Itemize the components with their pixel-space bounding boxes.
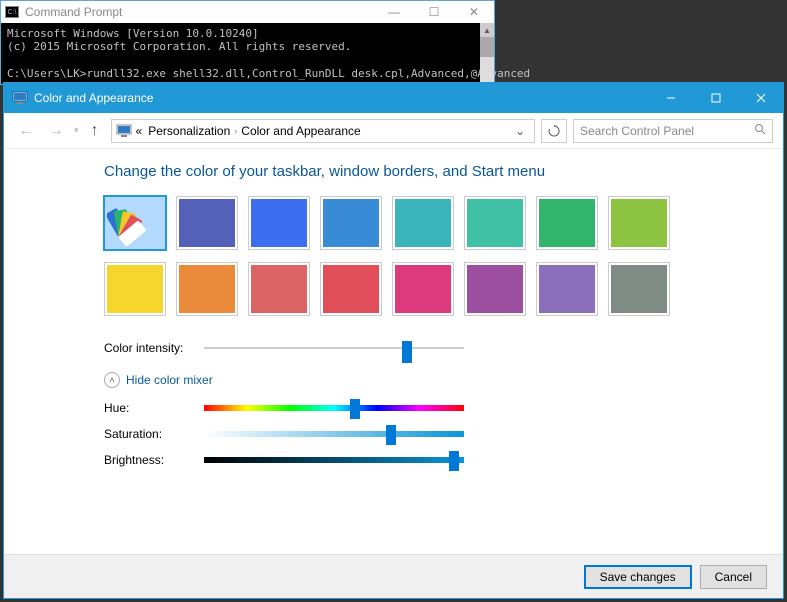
brightness-label: Brightness: [104,453,204,467]
cancel-button[interactable]: Cancel [700,565,767,589]
titlebar[interactable]: Color and Appearance [4,83,783,113]
color-swatch-grid [104,196,743,316]
intensity-thumb[interactable] [402,341,412,363]
color-swatch-6[interactable] [536,196,598,250]
intensity-label: Color intensity: [104,341,204,355]
hue-row: Hue: [104,400,743,416]
command-prompt-window: C:\ Command Prompt — ☐ ✕ Microsoft Windo… [0,0,495,85]
refresh-button[interactable] [541,119,567,143]
breadcrumb-parent[interactable]: Personalization [148,124,230,138]
color-swatch-4[interactable] [392,196,454,250]
color-swatch-14[interactable] [536,262,598,316]
color-swatch-13[interactable] [464,262,526,316]
breadcrumb[interactable]: « Personalization › Color and Appearance… [111,119,535,143]
color-swatch-7[interactable] [608,196,670,250]
save-button[interactable]: Save changes [584,565,692,589]
hue-thumb[interactable] [350,399,360,419]
scroll-up-icon[interactable]: ▲ [480,23,494,37]
maximize-button[interactable] [693,83,738,113]
content: Change the color of your taskbar, window… [4,149,783,554]
color-swatch-15[interactable] [608,262,670,316]
chevron-right-icon: › [234,126,237,136]
brightness-thumb[interactable] [449,451,459,471]
scroll-thumb[interactable] [480,37,494,57]
monitor-small-icon [116,123,132,139]
color-appearance-window: Color and Appearance ← → ▾ ↑ « Personali… [3,82,784,599]
chevron-up-icon: ˄ [104,372,120,388]
nav-row: ← → ▾ ↑ « Personalization › Color and Ap… [4,113,783,149]
color-swatch-1[interactable] [176,196,238,250]
color-swatch-12[interactable] [392,262,454,316]
refresh-icon [548,125,560,137]
saturation-row: Saturation: [104,426,743,442]
cmd-minimize-button[interactable]: — [374,1,414,23]
color-swatch-8[interactable] [104,262,166,316]
brightness-row: Brightness: [104,452,743,468]
saturation-thumb[interactable] [386,425,396,445]
intensity-slider[interactable] [204,340,464,356]
close-button[interactable] [738,83,783,113]
saturation-slider[interactable] [204,426,464,442]
up-button[interactable]: ↑ [85,121,105,141]
color-swatch-10[interactable] [248,262,310,316]
color-swatch-2[interactable] [248,196,310,250]
chevron-down-icon[interactable]: ⌄ [510,124,530,138]
minimize-button[interactable] [648,83,693,113]
hue-slider[interactable] [204,400,464,416]
color-swatch-11[interactable] [320,262,382,316]
cmd-titlebar[interactable]: C:\ Command Prompt — ☐ ✕ [1,1,494,23]
cmd-title: Command Prompt [25,5,374,19]
cmd-body[interactable]: Microsoft Windows [Version 10.0.10240] (… [1,23,494,84]
color-swatch-5[interactable] [464,196,526,250]
intensity-row: Color intensity: [104,340,743,356]
footer: Save changes Cancel [4,554,783,598]
brightness-slider[interactable] [204,452,464,468]
forward-button[interactable]: → [44,119,68,143]
back-button[interactable]: ← [14,119,38,143]
window-title: Color and Appearance [34,91,153,105]
monitor-icon [12,90,28,106]
color-swatch-0[interactable] [104,196,166,250]
cmd-maximize-button[interactable]: ☐ [414,1,454,23]
saturation-label: Saturation: [104,427,204,441]
mixer-toggle-label: Hide color mixer [126,373,213,387]
search-input[interactable]: Search Control Panel [573,119,773,143]
color-swatch-3[interactable] [320,196,382,250]
search-placeholder: Search Control Panel [580,124,694,138]
history-dropdown-icon[interactable]: ▾ [74,125,79,136]
hue-label: Hue: [104,401,204,415]
breadcrumb-current[interactable]: Color and Appearance [241,124,360,138]
color-swatch-9[interactable] [176,262,238,316]
breadcrumb-back-icon[interactable]: « [136,124,143,138]
search-icon [754,123,766,138]
page-heading: Change the color of your taskbar, window… [104,163,743,180]
cmd-icon: C:\ [5,6,19,18]
mixer-toggle[interactable]: ˄ Hide color mixer [104,372,743,388]
cmd-close-button[interactable]: ✕ [454,1,494,23]
cmd-scrollbar[interactable]: ▲ [480,23,494,84]
